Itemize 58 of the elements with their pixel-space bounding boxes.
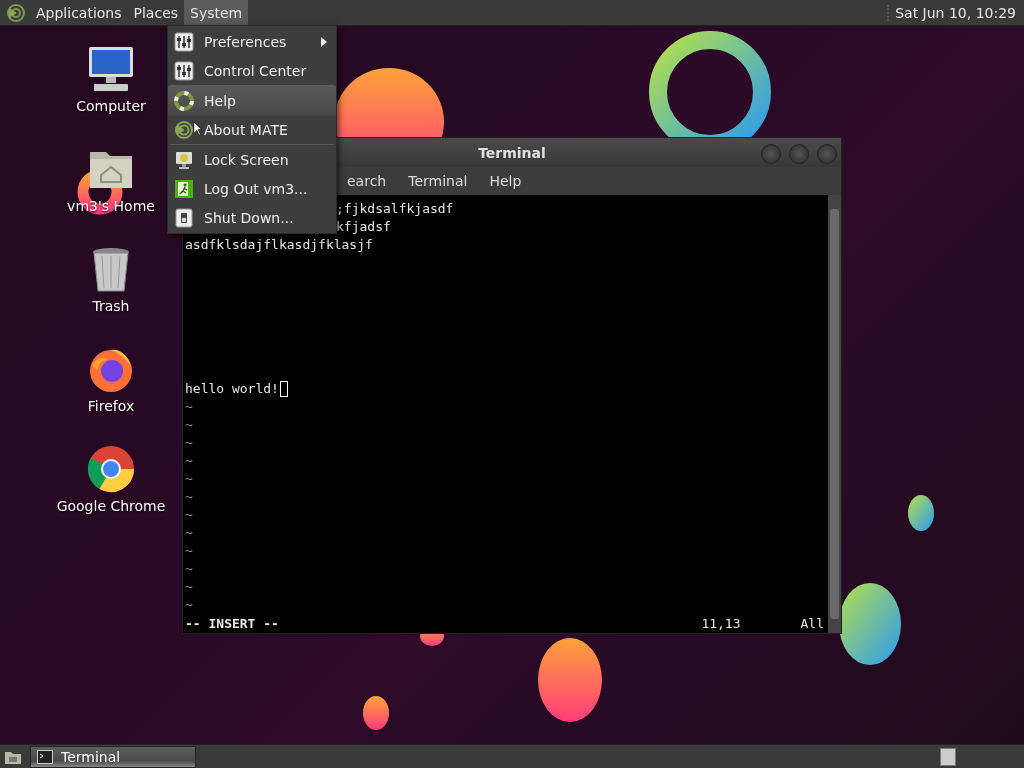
terminal-line: ~ (185, 506, 193, 524)
terminal-line: ~ (185, 470, 193, 488)
terminal-line: ~ (185, 452, 193, 470)
exit-icon (174, 178, 194, 199)
menu-item[interactable]: earch (336, 173, 398, 189)
terminal-line: ~ (185, 416, 193, 434)
panel-menu[interactable]: Places (127, 0, 185, 25)
terminal-line: kfjadsf (336, 218, 391, 236)
scrollbar[interactable] (828, 195, 841, 633)
terminal-line: asdfklsdajflkasdjfklasjf (185, 236, 373, 254)
menu-item[interactable]: Help (478, 173, 533, 189)
terminal-line: ~ (185, 524, 193, 542)
terminal-line: ~ (185, 398, 193, 416)
menu-item[interactable]: Shut Down... (168, 203, 336, 232)
menu-item[interactable]: Preferences (168, 27, 336, 56)
lifebuoy-icon (174, 90, 194, 111)
terminal-line: ~ (185, 434, 193, 452)
chrome-icon (86, 444, 136, 494)
desktop-icon-label[interactable]: Trash (92, 298, 130, 314)
text-cursor (279, 381, 288, 397)
mate-logo-icon[interactable] (6, 2, 26, 23)
menu-item[interactable]: Log Out vm3... (168, 174, 336, 203)
menu-item[interactable]: Control Center (168, 56, 336, 85)
desktop-icon-label[interactable]: Google Chrome (56, 498, 166, 514)
vim-mode: -- INSERT -- (185, 615, 279, 633)
maximize-button[interactable] (789, 144, 809, 164)
clock[interactable]: Sat Jun 10, 10:29 (887, 4, 1024, 21)
terminal-line: ~ (185, 542, 193, 560)
mate-logo-icon (174, 119, 194, 140)
panel-menu[interactable]: Applications (30, 0, 128, 25)
menu-item[interactable]: Lock Screen (168, 145, 336, 174)
minimize-button[interactable] (761, 144, 781, 164)
menu-item[interactable]: Help (168, 86, 336, 115)
window-title: Terminal (478, 144, 546, 161)
terminal-line: ;fjkdsalfkjasdf (336, 200, 454, 218)
desktop-icon-label[interactable]: Computer (76, 98, 146, 114)
computer-icon (86, 44, 136, 94)
terminal-line: ~ (185, 578, 193, 596)
menu-item[interactable]: About MATE (168, 115, 336, 144)
panel-menu[interactable]: System (184, 0, 249, 25)
workspace-switcher[interactable] (940, 748, 956, 766)
menu-item[interactable]: Terminal (397, 173, 479, 189)
terminal-line: hello world! (185, 380, 279, 398)
switch-icon (174, 207, 194, 228)
terminal-line: ~ (185, 596, 193, 614)
cursor-position: 11,13 (701, 615, 741, 633)
lock-screen-icon (174, 149, 194, 170)
terminal-line: ~ (185, 560, 193, 578)
close-button[interactable] (817, 144, 837, 164)
terminal-line: ~ (185, 488, 193, 506)
desktop-icon-label[interactable]: Firefox (87, 398, 135, 414)
scroll-position: All (800, 615, 824, 633)
mouse-pointer-icon (193, 121, 202, 136)
terminal-icon (37, 750, 53, 764)
sliders-icon (174, 60, 194, 81)
taskbar-button[interactable]: Terminal (30, 746, 196, 768)
show-desktop-icon[interactable] (4, 749, 22, 765)
sliders-icon (174, 31, 194, 52)
